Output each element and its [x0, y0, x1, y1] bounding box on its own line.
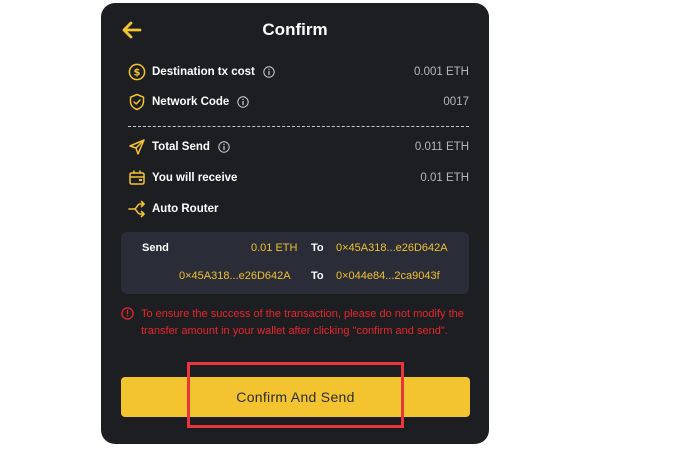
dollar-coin-icon: $	[128, 63, 146, 81]
confirm-panel: Confirm $ Destination tx cost 0.001 ETH	[101, 3, 489, 444]
you-receive-row: You will receive 0.01 ETH	[128, 168, 469, 188]
warning-text: To ensure the success of the transaction…	[141, 308, 464, 337]
total-send-row: Total Send 0.011 ETH	[128, 137, 469, 157]
info-icon[interactable]	[237, 96, 250, 108]
dest-tx-cost-label: Destination tx cost	[152, 66, 255, 78]
dashed-divider	[128, 126, 469, 127]
alert-circle-icon	[121, 307, 134, 320]
route-box: Send 0.01 ETH To 0×45A318...e26D642A 0×4…	[121, 232, 469, 294]
send-icon	[128, 138, 146, 156]
dest-tx-cost-row: $ Destination tx cost 0.001 ETH	[128, 62, 469, 82]
route-row: Send 0.01 ETH To 0×45A318...e26D642A	[121, 240, 469, 258]
route-send-label: Send	[142, 242, 169, 254]
dest-tx-cost-value: 0.001 ETH	[414, 66, 469, 78]
warning-message: To ensure the success of the transaction…	[121, 306, 465, 340]
route-icon	[128, 200, 146, 218]
route-to-label: To	[311, 242, 324, 254]
total-send-value: 0.011 ETH	[414, 141, 469, 153]
info-icon[interactable]	[218, 141, 230, 153]
route-from-address: 0×45A318...e26D642A	[179, 270, 291, 282]
route-row: 0×45A318...e26D642A To 0×044e84...2ca904…	[121, 268, 469, 286]
confirm-and-send-button[interactable]: Confirm And Send	[121, 377, 470, 417]
auto-router-label: Auto Router	[152, 203, 219, 215]
info-icon[interactable]	[263, 66, 275, 78]
page-title: Confirm	[262, 20, 328, 39]
route-address: 0×044e84...2ca9043f	[336, 270, 440, 282]
route-send-amount: 0.01 ETH	[251, 242, 298, 254]
network-code-value: 0017	[443, 96, 469, 108]
auto-router-row: Auto Router	[128, 199, 469, 219]
route-to-label: To	[311, 270, 324, 282]
svg-text:$: $	[134, 68, 141, 79]
route-address: 0×45A318...e26D642A	[336, 242, 448, 254]
total-send-label: Total Send	[152, 141, 210, 153]
network-code-label: Network Code	[152, 96, 230, 108]
wallet-icon	[128, 169, 146, 187]
network-code-row: Network Code 0017	[128, 92, 469, 112]
you-receive-label: You will receive	[152, 172, 238, 184]
you-receive-value: 0.01 ETH	[420, 172, 469, 184]
shield-check-icon	[128, 93, 146, 111]
